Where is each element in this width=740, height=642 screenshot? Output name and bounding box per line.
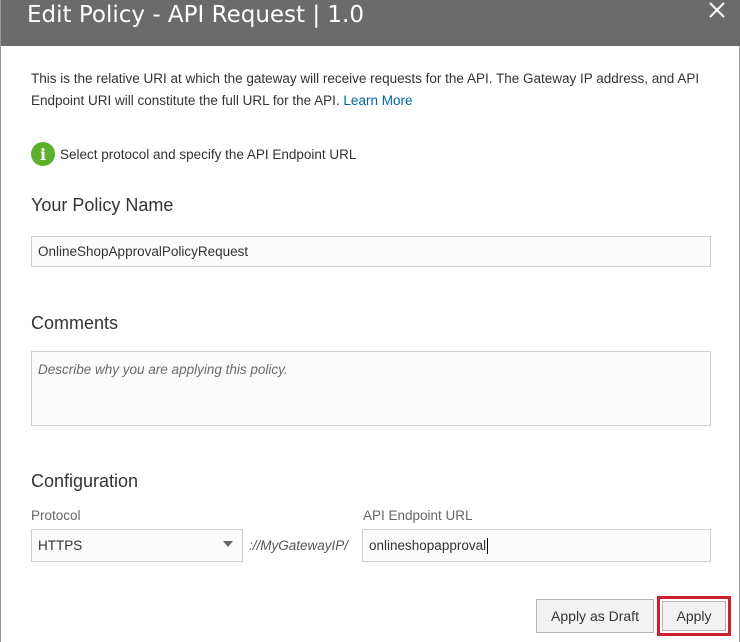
info-message: i Select protocol and specify the API En… xyxy=(31,142,356,166)
info-text: Select protocol and specify the API Endp… xyxy=(60,146,357,162)
protocol-select[interactable]: HTTPS xyxy=(31,529,243,562)
comments-heading: Comments xyxy=(31,313,119,333)
policy-name-heading: Your Policy Name xyxy=(31,195,174,215)
protocol-value: HTTPS xyxy=(38,538,83,553)
gateway-prefix: ://MyGatewayIP/ xyxy=(249,538,349,553)
comments-textarea[interactable] xyxy=(31,351,711,426)
endpoint-url-input[interactable]: onlineshopapproval xyxy=(362,529,711,562)
chevron-down-icon xyxy=(223,541,233,547)
description-text: This is the relative URI at which the ga… xyxy=(31,68,721,112)
apply-as-draft-button[interactable]: Apply as Draft xyxy=(536,599,654,633)
dialog-titlebar: Edit Policy - API Request | 1.0 xyxy=(1,0,740,46)
apply-button[interactable]: Apply xyxy=(662,601,726,631)
dialog-title: Edit Policy - API Request | 1.0 xyxy=(27,2,365,28)
configuration-heading: Configuration xyxy=(31,471,139,491)
policy-name-input[interactable]: OnlineShopApprovalPolicyRequest xyxy=(31,236,711,267)
text-cursor xyxy=(487,537,489,554)
info-icon: i xyxy=(31,142,55,166)
endpoint-value: onlineshopapproval xyxy=(369,538,487,553)
edit-policy-dialog: Edit Policy - API Request | 1.0 This is … xyxy=(0,0,740,642)
endpoint-label: API Endpoint URL xyxy=(363,508,473,523)
protocol-label: Protocol xyxy=(31,508,81,523)
learn-more-link[interactable]: Learn More xyxy=(343,93,412,108)
close-icon[interactable] xyxy=(707,0,727,24)
